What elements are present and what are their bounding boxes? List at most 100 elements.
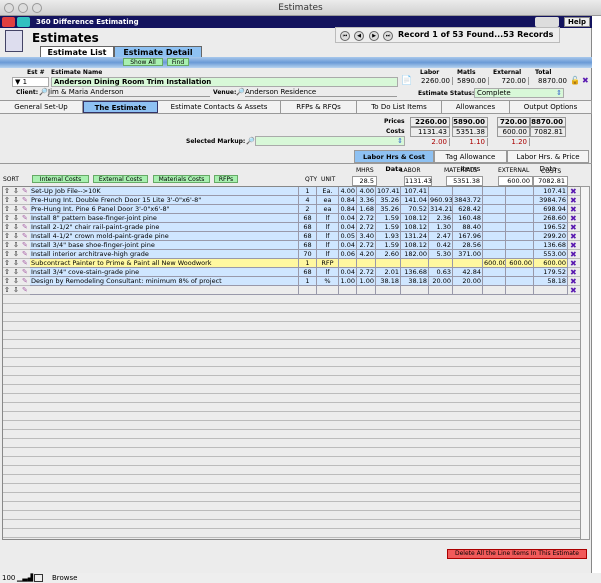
line-item-row[interactable]: ⇧ ⇩ ✎ Install 2-1/2" chair rail-paint-grade… — [3, 223, 581, 232]
item-description[interactable] — [30, 286, 299, 295]
edit-pencil-icon[interactable]: ✎ — [22, 187, 28, 196]
edit-pencil-icon[interactable]: ✎ — [22, 223, 28, 232]
markup-search-icon[interactable]: 🔎 — [246, 137, 255, 145]
move-down-icon[interactable]: ⇩ — [13, 196, 19, 205]
move-down-icon[interactable]: ⇩ — [13, 232, 19, 241]
line-item-row[interactable]: ⇧ ⇩ ✎ Design by Remodeling Consultant: mini… — [3, 277, 581, 286]
app-teal-icon[interactable] — [17, 17, 30, 27]
client-search-icon[interactable]: 🔎 — [39, 88, 48, 96]
delete-row-icon[interactable]: ✖ — [570, 259, 577, 268]
line-item-row[interactable]: ⇧ ⇩ ✎ Pre-Hung Int. Pine 6 Panel Door 3'-0"… — [3, 205, 581, 214]
delete-row-icon[interactable]: ✖ — [570, 277, 577, 286]
edit-pencil-icon[interactable]: ✎ — [22, 250, 28, 259]
item-description[interactable]: Design by Remodeling Consultant: minimum… — [30, 277, 299, 286]
edit-pencil-icon[interactable]: ✎ — [22, 232, 28, 241]
zoom-window-button[interactable] — [32, 3, 42, 13]
delete-row-icon[interactable]: ✖ — [570, 223, 577, 232]
item-description[interactable]: Set-Up Job File-->10K — [30, 187, 299, 196]
delete-row-icon[interactable]: ✖ — [570, 187, 577, 196]
move-down-icon[interactable]: ⇩ — [13, 250, 19, 259]
venue-field[interactable]: Anderson Residence — [245, 88, 397, 97]
line-item-row[interactable]: ⇧ ⇩ ✎ Subcontract Painter to Prime & Paint … — [3, 259, 581, 268]
move-down-icon[interactable]: ⇩ — [13, 223, 19, 232]
line-item-row[interactable]: ⇧ ⇩ ✎ Install 8" pattern base-finger-joint … — [3, 214, 581, 223]
empty-line-item-row[interactable]: ⇧ ⇩ ✎ ✖ — [3, 286, 581, 295]
item-description[interactable]: Pre-Hung Int. Pine 6 Panel Door 3'-0"x6'… — [30, 205, 299, 214]
help-button[interactable]: Help — [564, 17, 590, 27]
filter-internal-costs[interactable]: Internal Costs — [32, 175, 89, 183]
next-record-icon[interactable]: ▶ — [369, 31, 379, 41]
grid-scrollbar[interactable] — [580, 186, 590, 540]
estimate-status-select[interactable]: Complete ⇕ — [474, 88, 564, 98]
line-item-row[interactable]: ⇧ ⇩ ✎ Install 4-1/2" crown mold-paint-grade… — [3, 232, 581, 241]
move-down-icon[interactable]: ⇩ — [13, 268, 19, 277]
line-item-row[interactable]: ⇧ ⇩ ✎ Pre-Hung Int. Double French Door 15 L… — [3, 196, 581, 205]
zoom-level[interactable]: 100 — [2, 573, 15, 583]
delete-row-icon[interactable]: ✖ — [570, 205, 577, 214]
client-field[interactable]: Jim & Maria Anderson — [48, 88, 210, 97]
first-record-icon[interactable]: ⏮ — [340, 31, 350, 41]
line-item-row[interactable]: ⇧ ⇩ ✎ Install 3/4" cove-stain-grade pine 68 l… — [3, 268, 581, 277]
subtab-labor-hrs-cost[interactable]: Labor Hrs & Cost Data — [354, 150, 434, 173]
move-up-icon[interactable]: ⇧ — [4, 205, 10, 214]
layout-toggle-icon[interactable] — [34, 574, 43, 582]
tab-output-options[interactable]: Output Options — [510, 101, 592, 113]
zoom-controls-icon[interactable]: ▁▃▟ — [17, 573, 33, 583]
move-down-icon[interactable]: ⇩ — [13, 214, 19, 223]
delete-row-icon[interactable]: ✖ — [570, 286, 577, 295]
delete-row-icon[interactable]: ✖ — [570, 196, 577, 205]
move-up-icon[interactable]: ⇧ — [4, 196, 10, 205]
filter-external-costs[interactable]: External Costs — [93, 175, 148, 183]
markup-select[interactable]: ⇕ — [255, 136, 405, 146]
move-down-icon[interactable]: ⇩ — [13, 259, 19, 268]
tab-estimate-contacts[interactable]: Estimate Contacts & Assets — [158, 101, 281, 113]
tab-allowances[interactable]: Allowances — [442, 101, 510, 113]
delete-estimate-icon[interactable]: ✖ — [582, 76, 589, 85]
subtab-labor-hrs-price[interactable]: Labor Hrs. & Price Data — [507, 150, 589, 173]
edit-pencil-icon[interactable]: ✎ — [22, 241, 28, 250]
delete-all-line-items-button[interactable]: Delete All the Line Items In This Estima… — [447, 549, 587, 559]
edit-pencil-icon[interactable]: ✎ — [22, 196, 28, 205]
item-description[interactable]: Install 4-1/2" crown mold-paint-grade pi… — [30, 232, 299, 241]
move-up-icon[interactable]: ⇧ — [4, 187, 10, 196]
venue-search-icon[interactable]: 🔎 — [236, 88, 245, 96]
minimize-window-button[interactable] — [18, 3, 28, 13]
prev-record-icon[interactable]: ◀ — [354, 31, 364, 41]
move-down-icon[interactable]: ⇩ — [13, 241, 19, 250]
last-record-icon[interactable]: ⏭ — [383, 31, 393, 41]
filter-materials-costs[interactable]: Materials Costs — [153, 175, 210, 183]
item-description[interactable]: Subcontract Painter to Prime & Paint all… — [30, 259, 299, 268]
tab-to-do-list[interactable]: To Do List Items — [357, 101, 442, 113]
move-up-icon[interactable]: ⇧ — [4, 241, 10, 250]
move-up-icon[interactable]: ⇧ — [4, 232, 10, 241]
line-item-row[interactable]: ⇧ ⇩ ✎ Install interior architrave-high grad… — [3, 250, 581, 259]
move-down-icon[interactable]: ⇩ — [13, 205, 19, 214]
edit-pencil-icon[interactable]: ✎ — [22, 205, 28, 214]
item-description[interactable]: Install 8" pattern base-finger-joint pin… — [30, 214, 299, 223]
move-up-icon[interactable]: ⇧ — [4, 214, 10, 223]
edit-pencil-icon[interactable]: ✎ — [22, 277, 28, 286]
tab-general-setup[interactable]: General Set-Up — [0, 101, 83, 113]
item-description[interactable]: Install 3/4" cove-stain-grade pine — [30, 268, 299, 277]
edit-pencil-icon[interactable]: ✎ — [22, 259, 28, 268]
delete-row-icon[interactable]: ✖ — [570, 232, 577, 241]
move-down-icon[interactable]: ⇩ — [13, 187, 19, 196]
est-num-field[interactable]: ▼ 1 — [12, 77, 49, 87]
delete-row-icon[interactable]: ✖ — [570, 241, 577, 250]
find-button[interactable]: Find — [167, 58, 189, 66]
filter-rfps[interactable]: RFPs — [214, 175, 238, 183]
move-down-icon[interactable]: ⇩ — [13, 277, 19, 286]
line-item-row[interactable]: ⇧ ⇩ ✎ Set-Up Job File-->10K 1 Ea. 4.00 4.00 107.… — [3, 187, 581, 196]
item-description[interactable]: Install 2-1/2" chair rail-paint-grade pi… — [30, 223, 299, 232]
edit-pencil-icon[interactable]: ✎ — [22, 214, 28, 223]
line-item-row[interactable]: ⇧ ⇩ ✎ Install 3/4" base shoe-finger-joint p… — [3, 241, 581, 250]
move-up-icon[interactable]: ⇧ — [4, 286, 10, 295]
report-icon[interactable]: 📄 — [401, 76, 412, 86]
lock-icon[interactable]: 🔓 — [570, 76, 580, 85]
tab-rfps-rfqs[interactable]: RFPs & RFQs — [281, 101, 357, 113]
subtab-tag-allowance[interactable]: Tag Allowance Items — [434, 150, 507, 173]
app-red-icon[interactable] — [2, 17, 15, 27]
delete-row-icon[interactable]: ✖ — [570, 214, 577, 223]
close-window-button[interactable] — [4, 3, 14, 13]
item-description[interactable]: Pre-Hung Int. Double French Door 15 Lite… — [30, 196, 299, 205]
